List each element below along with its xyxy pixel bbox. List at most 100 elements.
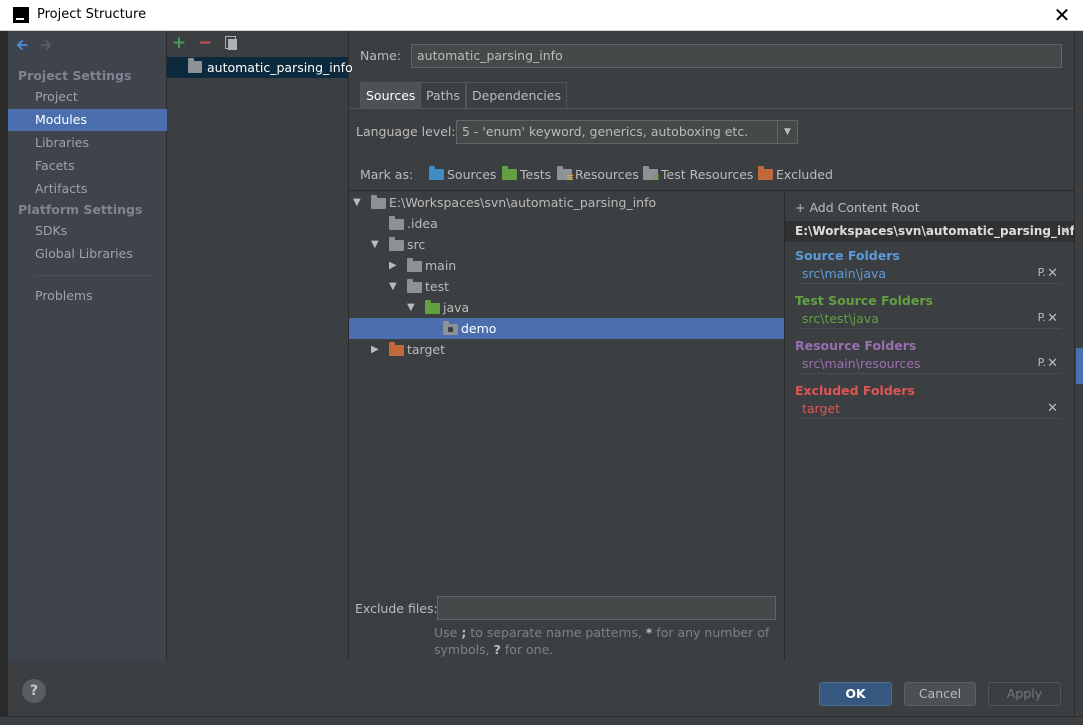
expand-toggle-icon[interactable]: ▼ (389, 276, 399, 297)
help-icon[interactable]: ? (22, 679, 46, 703)
tree-item-main[interactable]: ▶ main (349, 255, 784, 276)
copy-module-icon[interactable] (223, 35, 239, 51)
language-level-select[interactable]: 5 - 'enum' keyword, generics, autoboxing… (456, 120, 798, 144)
expand-toggle-icon[interactable]: ▶ (389, 255, 399, 276)
sidebar-item-libraries[interactable]: Libraries (8, 132, 167, 154)
background-edge-left (0, 31, 8, 725)
tab-paths[interactable]: Paths (420, 82, 466, 108)
module-item[interactable]: automatic_parsing_info (167, 57, 353, 78)
folder-icon (407, 258, 422, 272)
mark-as-tests-label: Tests (520, 167, 552, 182)
test-resources-folder-icon (643, 166, 659, 180)
remove-source-folder-icon[interactable]: ✕ (1047, 266, 1058, 281)
sidebar-item-facets[interactable]: Facets (8, 155, 167, 177)
mark-as-excluded-label: Excluded (776, 167, 833, 182)
tree-item-label: E:\Workspaces\svn\automatic_parsing_info (389, 195, 657, 210)
excluded-folders-heading: Excluded Folders (795, 383, 915, 398)
sidebar-item-global-libraries[interactable]: Global Libraries (8, 243, 167, 265)
sidebar-divider (34, 275, 152, 276)
background-status-bar (0, 716, 1083, 725)
tree-item-label: main (425, 258, 457, 273)
package-prefix-icon[interactable]: P. (1038, 266, 1046, 279)
tab-divider (349, 108, 1074, 109)
close-icon[interactable]: ✕ (1052, 4, 1072, 26)
remove-resource-folder-icon[interactable]: ✕ (1047, 356, 1058, 371)
tab-sources[interactable]: Sources (360, 82, 422, 108)
expand-toggle-icon[interactable]: ▼ (407, 297, 417, 318)
source-folder-path: src\main\java (802, 266, 887, 281)
mark-as-resources-button[interactable]: Resources (557, 166, 639, 182)
tree-item-test[interactable]: ▼ test (349, 276, 784, 297)
test-folder-icon (425, 300, 440, 314)
exclude-files-input[interactable] (437, 596, 776, 620)
module-folder-icon (188, 58, 202, 73)
test-source-folder-item: src\test\java P. ✕ (802, 311, 1060, 329)
tree-item-target[interactable]: ▶ target (349, 339, 784, 360)
remove-test-source-folder-icon[interactable]: ✕ (1047, 311, 1058, 326)
intellij-icon (13, 7, 29, 23)
back-arrow-icon[interactable]: 🡰 (16, 37, 32, 53)
sidebar-item-project[interactable]: Project (8, 86, 167, 108)
remove-content-root-icon[interactable]: ✕ (1060, 221, 1070, 242)
excluded-folder-icon (389, 342, 404, 356)
tab-dependencies[interactable]: Dependencies (466, 82, 567, 108)
mark-as-test-resources-button[interactable]: Test Resources (643, 166, 753, 182)
content-tree: ▼ E:\Workspaces\svn\automatic_parsing_in… (349, 190, 784, 595)
exclude-files-hint: Use ; to separate name patterns, * for a… (434, 624, 774, 658)
hint-symbol: ? (493, 642, 501, 657)
ok-button[interactable]: OK (819, 682, 892, 706)
remove-module-icon[interactable]: − (197, 35, 213, 52)
sidebar-item-modules[interactable]: Modules (8, 109, 167, 131)
expand-toggle-icon[interactable]: ▼ (353, 192, 363, 213)
module-list-panel: + − automatic_parsing_info (167, 31, 353, 661)
tests-folder-icon (502, 166, 517, 180)
resource-folder-item: src\main\resources P. ✕ (802, 356, 1060, 374)
apply-button[interactable]: Apply (988, 682, 1061, 706)
tree-item-java[interactable]: ▼ java (349, 297, 784, 318)
expand-toggle-icon[interactable]: ▶ (371, 339, 381, 360)
excluded-folder-icon (758, 166, 773, 180)
tree-item-label: test (425, 279, 450, 294)
excluded-folder-item: target ✕ (802, 401, 1060, 419)
mark-as-tests-button[interactable]: Tests (502, 166, 552, 182)
mark-as-sources-button[interactable]: Sources (429, 166, 496, 182)
package-prefix-icon[interactable]: P. (1038, 311, 1046, 324)
chevron-down-icon[interactable]: ▼ (777, 121, 797, 143)
tree-item-idea[interactable]: .idea (349, 213, 784, 234)
content-root-panel: + Add Content Root E:\Workspaces\svn\aut… (784, 190, 1074, 661)
package-prefix-icon[interactable]: P. (1038, 356, 1046, 369)
folder-icon (389, 237, 404, 251)
mark-as-excluded-button[interactable]: Excluded (758, 166, 833, 182)
resource-folders-heading: Resource Folders (795, 338, 917, 353)
add-content-root-button[interactable]: + Add Content Root (795, 200, 920, 215)
name-label: Name: (360, 48, 402, 63)
mark-as-label: Mark as: (360, 167, 414, 182)
cancel-button[interactable]: Cancel (904, 682, 976, 706)
module-item-label: automatic_parsing_info (207, 60, 353, 75)
language-level-value: 5 - 'enum' keyword, generics, autoboxing… (462, 124, 749, 139)
tree-item-demo[interactable]: demo (349, 318, 784, 339)
hint-text: Use (434, 625, 462, 640)
package-icon (443, 321, 458, 335)
remove-excluded-folder-icon[interactable]: ✕ (1047, 401, 1058, 416)
tree-item-label: java (443, 300, 470, 315)
title-bar: Project Structure ✕ (0, 0, 1083, 31)
settings-sidebar: 🡰 🡲 Project Settings Project Modules Lib… (8, 31, 167, 661)
section-platform-settings: Platform Settings (18, 202, 143, 217)
content-root-path: E:\Workspaces\svn\automatic_parsing_info (795, 224, 1074, 238)
forward-arrow-icon[interactable]: 🡲 (40, 37, 56, 53)
add-module-icon[interactable]: + (171, 35, 187, 52)
sidebar-item-sdks[interactable]: SDKs (8, 220, 167, 242)
excluded-folder-path: target (802, 401, 841, 416)
hint-text: to separate name patterns, (466, 625, 646, 640)
expand-toggle-icon[interactable]: ▼ (371, 234, 381, 255)
sidebar-item-problems[interactable]: Problems (8, 285, 167, 307)
tree-item-label: .idea (407, 216, 438, 231)
tree-item-src[interactable]: ▼ src (349, 234, 784, 255)
module-name-input[interactable]: automatic_parsing_info (411, 44, 1062, 68)
test-source-folders-heading: Test Source Folders (795, 293, 933, 308)
resources-folder-icon (557, 166, 573, 180)
tree-item-root[interactable]: ▼ E:\Workspaces\svn\automatic_parsing_in… (349, 192, 784, 213)
sidebar-item-artifacts[interactable]: Artifacts (8, 178, 167, 200)
resource-folder-path: src\main\resources (802, 356, 921, 371)
